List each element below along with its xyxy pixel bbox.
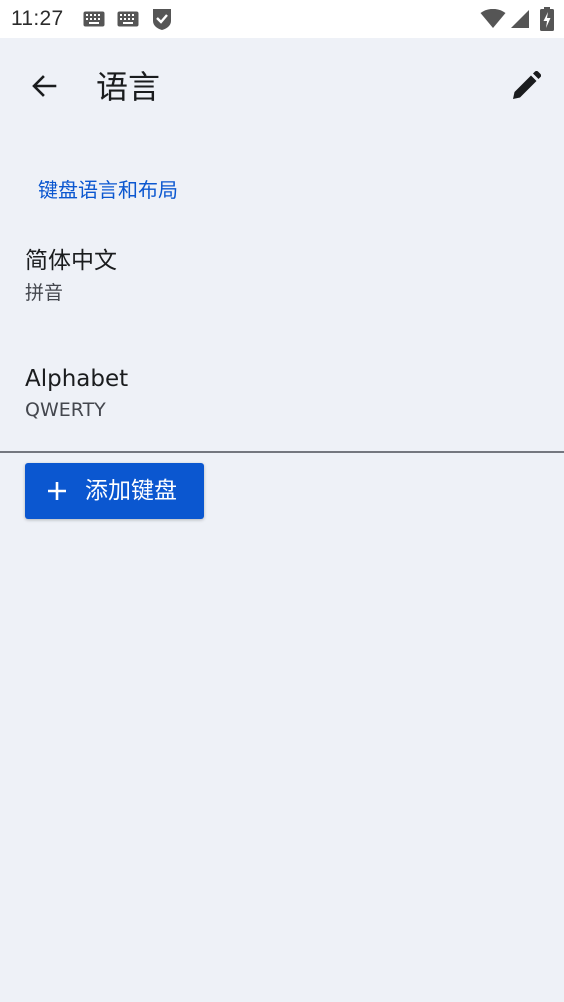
edit-button[interactable]	[502, 64, 550, 112]
wifi-icon	[480, 8, 506, 33]
page-title: 语言	[96, 68, 161, 106]
plus-icon	[46, 480, 68, 502]
pencil-icon	[511, 70, 542, 105]
shield-check-icon	[151, 7, 173, 35]
cellular-signal-icon	[510, 9, 530, 33]
keyboard-icon	[117, 11, 139, 31]
arrow-back-icon	[30, 72, 58, 104]
list-item-alphabet[interactable]: Alphabet QWERTY	[0, 352, 564, 442]
section-header: 键盘语言和布局	[38, 178, 178, 202]
add-keyboard-button[interactable]: 添加键盘	[25, 463, 204, 519]
language-layout: QWERTY	[25, 399, 106, 421]
back-button[interactable]	[20, 64, 68, 112]
divider	[0, 451, 564, 453]
battery-charging-icon	[540, 7, 554, 35]
keyboard-icon	[83, 11, 105, 31]
language-layout: 拼音	[25, 282, 64, 304]
status-time: 11:27	[11, 7, 64, 30]
language-name: 简体中文	[25, 248, 117, 274]
add-keyboard-label: 添加键盘	[85, 478, 177, 504]
status-bar: 11:27	[0, 0, 564, 38]
language-name: Alphabet	[25, 366, 129, 392]
list-item-simplified-chinese[interactable]: 简体中文 拼音	[0, 236, 564, 326]
app-bar: 语言	[0, 38, 564, 138]
